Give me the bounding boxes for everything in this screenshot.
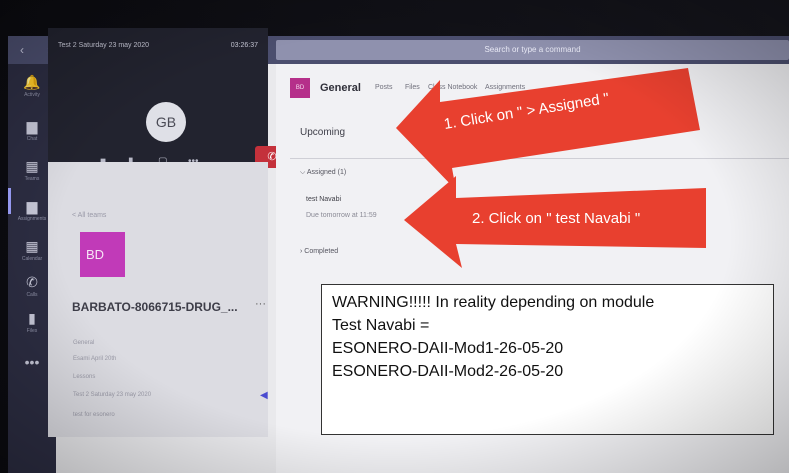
warning-line: ESONERO-DAII-Mod1-26-05-20 — [332, 340, 564, 357]
arrow-1 — [396, 68, 700, 190]
warning-line: Test Navabi = — [332, 317, 430, 334]
warning-line: WARNING!!!!! In reality depending on mod… — [332, 294, 655, 311]
arrow-2-label: 2. Click on " test Navabi " — [472, 210, 641, 227]
warning-line: ESONERO-DAII-Mod2-26-05-20 — [332, 363, 564, 380]
warning-box: WARNING!!!!! In reality depending on mod… — [321, 284, 774, 435]
